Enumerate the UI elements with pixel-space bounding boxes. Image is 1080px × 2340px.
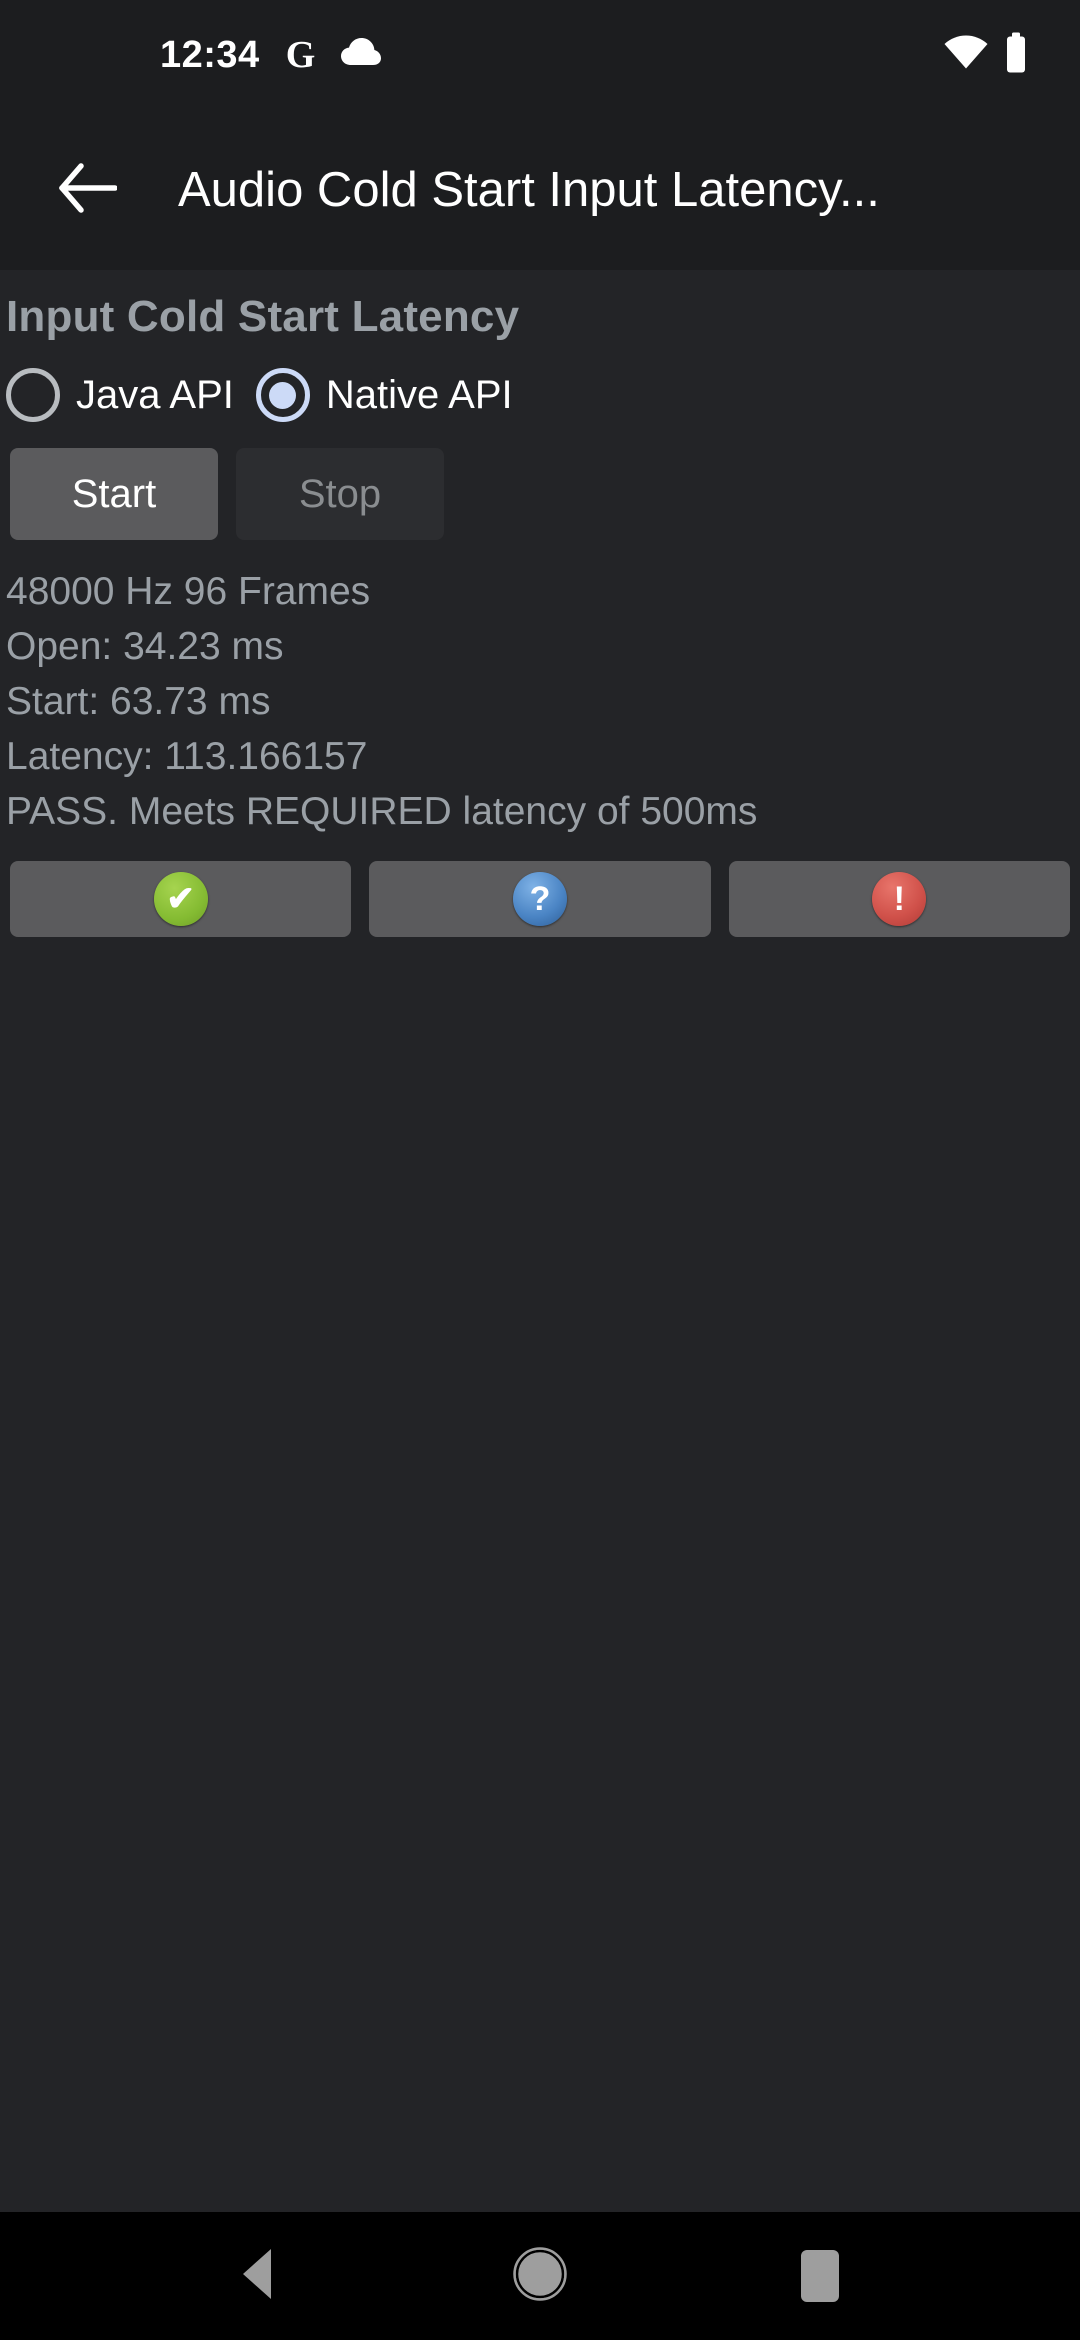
google-icon: G — [285, 34, 316, 76]
recents-square-icon — [801, 2250, 839, 2302]
status-bar-clock: 12:34 — [160, 34, 260, 76]
nav-home-button[interactable] — [480, 2216, 600, 2336]
result-line-format: 48000 Hz 96 Frames — [6, 570, 371, 613]
result-line-latency: Latency: 113.166157 — [6, 735, 368, 778]
fail-button[interactable]: ! — [728, 861, 1070, 937]
info-button[interactable]: ? — [369, 861, 711, 937]
nav-back-button[interactable] — [200, 2216, 320, 2336]
battery-icon — [1004, 32, 1028, 78]
result-line-verdict: PASS. Meets REQUIRED latency of 500ms — [6, 790, 758, 833]
radio-dot — [269, 381, 297, 409]
back-triangle-icon — [235, 2247, 285, 2306]
radio-checked-icon — [255, 368, 310, 422]
stop-button: Stop — [236, 448, 444, 540]
radio-option-java-api[interactable]: Java API — [6, 368, 234, 422]
pass-button[interactable]: ✔ — [10, 861, 352, 937]
api-radio-group: Java API Native API — [0, 354, 1080, 432]
nav-recents-button[interactable] — [760, 2216, 880, 2336]
cloud-icon — [341, 37, 382, 73]
status-bar-left: 12:34 G — [160, 34, 382, 76]
status-bar-right — [944, 32, 1028, 78]
radio-label-java-api: Java API — [76, 372, 234, 417]
results-text: 48000 Hz 96 Frames Open: 34.23 ms Start:… — [0, 554, 1080, 839]
radio-label-native-api: Native API — [325, 372, 513, 417]
navigation-bar — [0, 2212, 1080, 2340]
section-title: Input Cold Start Latency — [6, 292, 520, 341]
page-title: Audio Cold Start Input Latency... — [178, 163, 880, 217]
exclamation-circle-icon: ! — [872, 872, 927, 926]
result-line-start: Start: 63.73 ms — [6, 680, 271, 723]
check-circle-icon: ✔ — [153, 872, 208, 926]
check-glyph: ✔ — [166, 880, 195, 918]
question-glyph: ? — [529, 880, 551, 918]
phone-screen: 12:34 G Audio Cold Start Input Latency..… — [0, 0, 1080, 2340]
radio-unchecked-icon — [6, 368, 60, 422]
wifi-icon — [944, 35, 988, 75]
start-button[interactable]: Start — [10, 448, 218, 540]
control-buttons: Start Stop — [0, 432, 1080, 554]
verdict-button-row: ✔ ? ! — [0, 839, 1080, 937]
result-line-open: Open: 34.23 ms — [6, 625, 284, 668]
home-circle-icon — [513, 2246, 567, 2306]
back-button[interactable] — [46, 148, 130, 232]
radio-option-native-api[interactable]: Native API — [255, 368, 513, 422]
question-circle-icon: ? — [512, 872, 567, 926]
app-bar: Audio Cold Start Input Latency... — [0, 110, 1080, 270]
status-bar: 12:34 G — [0, 0, 1080, 110]
main-content: Input Cold Start Latency Java API Native… — [0, 270, 1080, 2212]
exclamation-glyph: ! — [893, 880, 905, 918]
back-arrow-icon — [59, 162, 118, 218]
